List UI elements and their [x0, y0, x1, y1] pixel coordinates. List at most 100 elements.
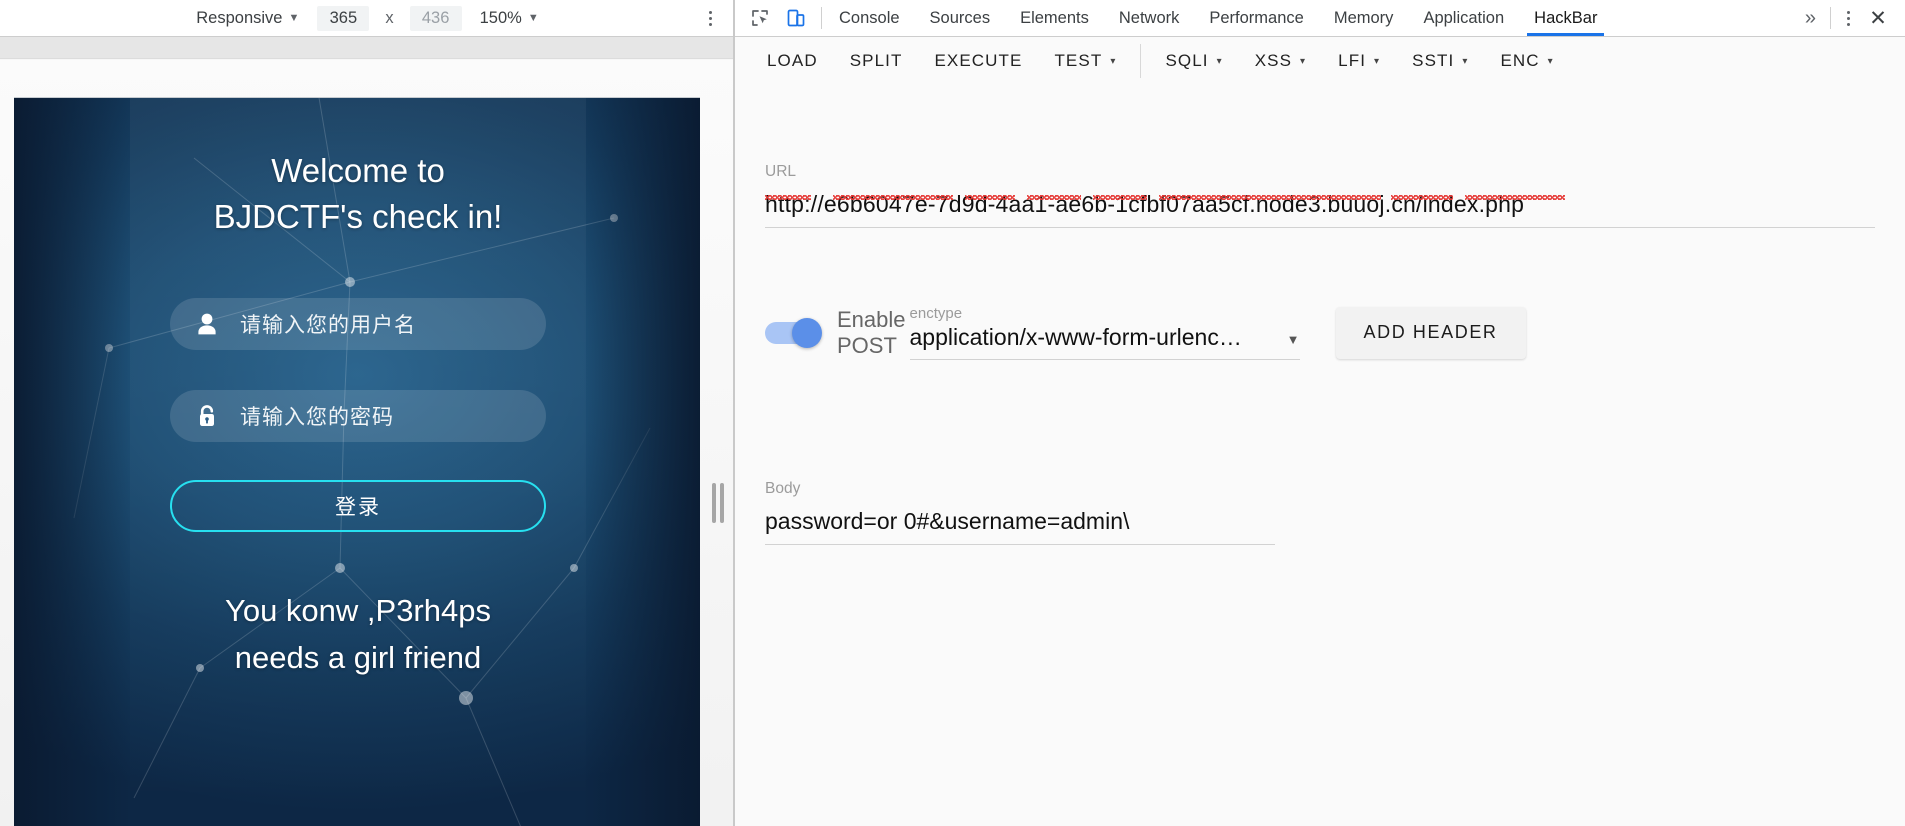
- tab-hackbar[interactable]: HackBar: [1519, 0, 1612, 36]
- footer-line-2: needs a girl friend: [234, 639, 482, 675]
- body-input[interactable]: password=or 0#&username=admin\: [765, 508, 1275, 545]
- page-title: Welcome to BJDCTF's check in!: [130, 148, 586, 240]
- username-input[interactable]: 请输入您的用户名: [170, 298, 546, 350]
- kebab-dot-icon: [1846, 10, 1850, 14]
- body-label: Body: [765, 480, 801, 497]
- tab-network[interactable]: Network: [1104, 0, 1195, 36]
- body-field-group: Body password=or 0#&username=admin\: [765, 480, 1275, 545]
- device-ruler-strip: [0, 37, 735, 59]
- device-width-input[interactable]: 365: [317, 5, 370, 31]
- tab-performance[interactable]: Performance: [1194, 0, 1318, 36]
- viewport-resize-handle[interactable]: [700, 120, 735, 826]
- vertical-resize-grip-icon: [711, 483, 724, 523]
- chevron-down-icon: ▼: [527, 11, 539, 24]
- enctype-field-group: enctype application/x-www-form-urlenc… ▼: [909, 305, 1300, 360]
- inspect-element-icon[interactable]: [747, 5, 773, 31]
- device-viewport-area: Welcome to BJDCTF's check in! 请输入您的用户名 请…: [0, 60, 735, 826]
- user-icon: [196, 312, 218, 336]
- devtools-pane: Console Sources Elements Network Perform…: [735, 0, 1905, 826]
- hackbar-load-button[interactable]: LOAD: [751, 43, 834, 79]
- url-label: URL: [765, 163, 797, 180]
- hackbar-execute-label: EXECUTE: [934, 51, 1023, 70]
- kebab-dot-icon: [708, 16, 712, 20]
- tab-memory[interactable]: Memory: [1319, 0, 1409, 36]
- enable-post-label: Enable POST: [837, 306, 906, 358]
- hackbar-lfi-label: LFI: [1338, 51, 1367, 70]
- hackbar-ssti-label: SSTI: [1412, 51, 1455, 70]
- device-zoom-label: 150%: [479, 8, 522, 27]
- hackbar-xss-label: XSS: [1254, 51, 1293, 70]
- tab-application[interactable]: Application: [1408, 0, 1519, 36]
- devtools-tab-bar: Console Sources Elements Network Perform…: [735, 0, 1905, 37]
- hackbar-encoding-menu[interactable]: ENC ▾: [1484, 43, 1569, 79]
- chevron-down-icon: ▼: [1286, 332, 1300, 347]
- toggle-knob: [792, 317, 822, 348]
- login-button[interactable]: 登录: [170, 480, 546, 532]
- toolbar-divider: [1830, 7, 1831, 29]
- hackbar-execute-button[interactable]: EXECUTE: [918, 43, 1038, 79]
- chevron-down-icon: ▾: [1216, 55, 1223, 67]
- hackbar-test-label: TEST: [1054, 51, 1103, 70]
- chevron-down-icon: ▾: [1374, 55, 1381, 67]
- hackbar-form: URL http://e6b6047e-7d9d-4aa1-ae6b-1cfbf…: [735, 85, 1905, 826]
- username-placeholder: 请输入您的用户名: [240, 314, 416, 337]
- password-input[interactable]: 请输入您的密码: [170, 390, 546, 442]
- add-header-button[interactable]: ADD HEADER: [1335, 306, 1526, 359]
- enctype-select[interactable]: application/x-www-form-urlenc… ▼: [909, 324, 1300, 360]
- chevron-down-icon: ▾: [1300, 55, 1307, 67]
- login-card: Welcome to BJDCTF's check in! 请输入您的用户名 请…: [130, 98, 586, 826]
- device-toolbar-controls: Responsive ▼ 365 x 436 150% ▼: [0, 5, 735, 31]
- password-placeholder: 请输入您的密码: [240, 406, 394, 429]
- devtools-left-icons: [735, 0, 819, 36]
- url-field-group: URL http://e6b6047e-7d9d-4aa1-ae6b-1cfbf…: [765, 163, 1875, 228]
- device-zoom-select[interactable]: 150% ▼: [476, 7, 543, 30]
- dimension-multiply-label: x: [385, 8, 394, 27]
- device-height-input[interactable]: 436: [409, 5, 462, 31]
- toolbar-divider: [821, 7, 822, 29]
- hackbar-panel: LOAD SPLIT EXECUTE TEST ▾ SQLI ▾ XSS ▾ L…: [735, 37, 1905, 826]
- hackbar-split-button[interactable]: SPLIT: [834, 43, 919, 79]
- browser-devtools-window: Responsive ▼ 365 x 436 150% ▼ Welcome to…: [0, 0, 1905, 826]
- hackbar-toolbar: LOAD SPLIT EXECUTE TEST ▾ SQLI ▾ XSS ▾ L…: [735, 37, 1905, 85]
- kebab-dot-icon: [1846, 16, 1850, 20]
- enable-post-toggle[interactable]: [765, 317, 822, 348]
- hackbar-encoding-label: ENC: [1500, 51, 1540, 70]
- post-controls-row: Enable POST enctype application/x-www-fo…: [765, 305, 1526, 360]
- devtools-settings-icon[interactable]: [1835, 5, 1861, 31]
- tab-console[interactable]: Console: [824, 0, 915, 36]
- page-footer-message: You konw ,P3rh4ps needs a girl friend: [130, 588, 586, 681]
- chevron-down-icon: ▼: [288, 11, 300, 24]
- device-viewport-frame: Welcome to BJDCTF's check in! 请输入您的用户名 请…: [14, 97, 700, 826]
- chevron-down-icon: ▾: [1547, 55, 1554, 67]
- device-toolbar-more-button[interactable]: [697, 5, 723, 31]
- kebab-dot-icon: [1846, 22, 1850, 26]
- device-toolbar-icon[interactable]: [783, 5, 809, 31]
- device-preset-label: Responsive: [196, 8, 283, 27]
- more-tabs-icon[interactable]: »: [1795, 7, 1826, 30]
- url-input[interactable]: http://e6b6047e-7d9d-4aa1-ae6b-1cfbf07aa…: [765, 191, 1875, 228]
- chevron-down-icon: ▾: [1462, 55, 1469, 67]
- page-title-line-1: Welcome to: [271, 152, 445, 189]
- devtools-right-controls: » ✕: [1795, 0, 1905, 36]
- tab-sources[interactable]: Sources: [915, 0, 1006, 36]
- tab-elements[interactable]: Elements: [1005, 0, 1104, 36]
- hackbar-lfi-menu[interactable]: LFI ▾: [1322, 43, 1396, 79]
- enctype-value: application/x-www-form-urlenc…: [909, 324, 1242, 350]
- hackbar-split-label: SPLIT: [849, 51, 903, 70]
- device-preset-select[interactable]: Responsive ▼: [192, 7, 303, 30]
- kebab-dot-icon: [708, 10, 712, 14]
- hackbar-load-label: LOAD: [767, 51, 818, 70]
- toolbar-divider: [1140, 44, 1142, 78]
- chevron-down-icon: ▾: [1110, 55, 1117, 67]
- device-emulation-pane: Responsive ▼ 365 x 436 150% ▼ Welcome to…: [0, 0, 735, 826]
- close-devtools-icon[interactable]: ✕: [1863, 5, 1893, 31]
- hackbar-ssti-menu[interactable]: SSTI ▾: [1396, 43, 1484, 79]
- footer-line-1: You konw ,P3rh4ps: [225, 593, 491, 628]
- kebab-dot-icon: [708, 22, 712, 26]
- hackbar-test-menu[interactable]: TEST ▾: [1038, 43, 1132, 79]
- enctype-label: enctype: [909, 305, 963, 322]
- device-mode-toolbar: Responsive ▼ 365 x 436 150% ▼: [0, 0, 735, 37]
- page-title-line-2: BJDCTF's check in!: [213, 198, 503, 236]
- hackbar-sqli-menu[interactable]: SQLI ▾: [1149, 43, 1238, 79]
- hackbar-xss-menu[interactable]: XSS ▾: [1239, 43, 1322, 79]
